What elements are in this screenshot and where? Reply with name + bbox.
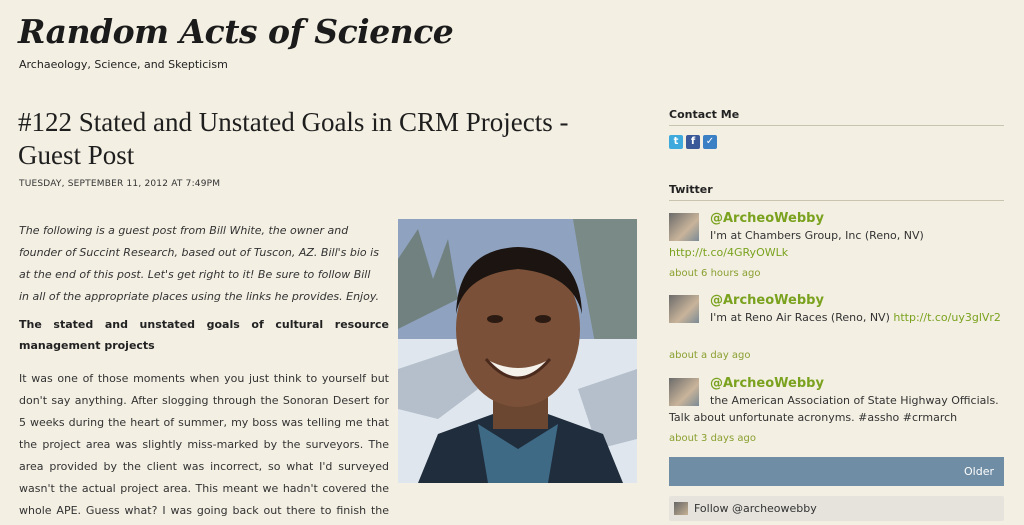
tweet-text: I'm at Chambers Group, Inc (Reno, NV) ht… xyxy=(669,227,1004,261)
site-title[interactable]: Random Acts of Science xyxy=(18,12,454,51)
contact-heading: Contact Me xyxy=(669,108,1004,126)
tweet-body: I'm at Reno Air Races (Reno, NV) xyxy=(710,311,894,324)
post-body: It was one of those moments when you jus… xyxy=(19,372,389,517)
author-photo-illustration xyxy=(398,219,637,483)
tweet-username[interactable]: @ArcheoWebby xyxy=(710,210,824,227)
tweet-time[interactable]: about 6 hours ago xyxy=(669,265,760,282)
tweet-text: the American Association of State Highwa… xyxy=(669,392,1004,426)
tweet-time[interactable]: about a day ago xyxy=(669,347,751,364)
tweet-time[interactable]: about 3 days ago xyxy=(669,430,756,447)
section-heading: The stated and unstated goals of cultura… xyxy=(19,318,389,352)
follow-button[interactable]: Follow @archeowebby xyxy=(669,496,1004,521)
post-date: Tuesday, September 11, 2012 at 7:49PM xyxy=(19,179,221,189)
social-links: t f ✓ xyxy=(669,135,717,149)
twitter-icon[interactable]: t xyxy=(669,135,683,149)
site-tagline: Archaeology, Science, and Skepticism xyxy=(19,58,228,71)
twitter-heading: Twitter xyxy=(669,183,1004,201)
post-title[interactable]: #122 Stated and Unstated Goals in CRM Pr… xyxy=(18,106,618,172)
author-photo xyxy=(398,219,637,483)
email-icon[interactable]: ✓ xyxy=(703,135,717,149)
post-intro: The following is a guest post from Bill … xyxy=(19,224,379,303)
avatar xyxy=(674,502,688,515)
facebook-icon[interactable]: f xyxy=(686,135,700,149)
tweet-body: I'm at Chambers Group, Inc (Reno, NV) xyxy=(710,229,924,242)
follow-label: Follow @archeowebby xyxy=(694,502,817,515)
tweet-link[interactable]: http://t.co/4GRyOWLk xyxy=(669,246,788,259)
tweet-username[interactable]: @ArcheoWebby xyxy=(710,292,824,309)
tweet-body: the American Association of State Highwa… xyxy=(669,394,999,424)
older-tweets-button[interactable]: Older xyxy=(669,457,1004,486)
tweet-username[interactable]: @ArcheoWebby xyxy=(710,375,824,392)
tweet-link[interactable]: http://t.co/uy3glVr2 xyxy=(893,311,1001,324)
tweet-text: I'm at Reno Air Races (Reno, NV) http://… xyxy=(669,309,1004,326)
